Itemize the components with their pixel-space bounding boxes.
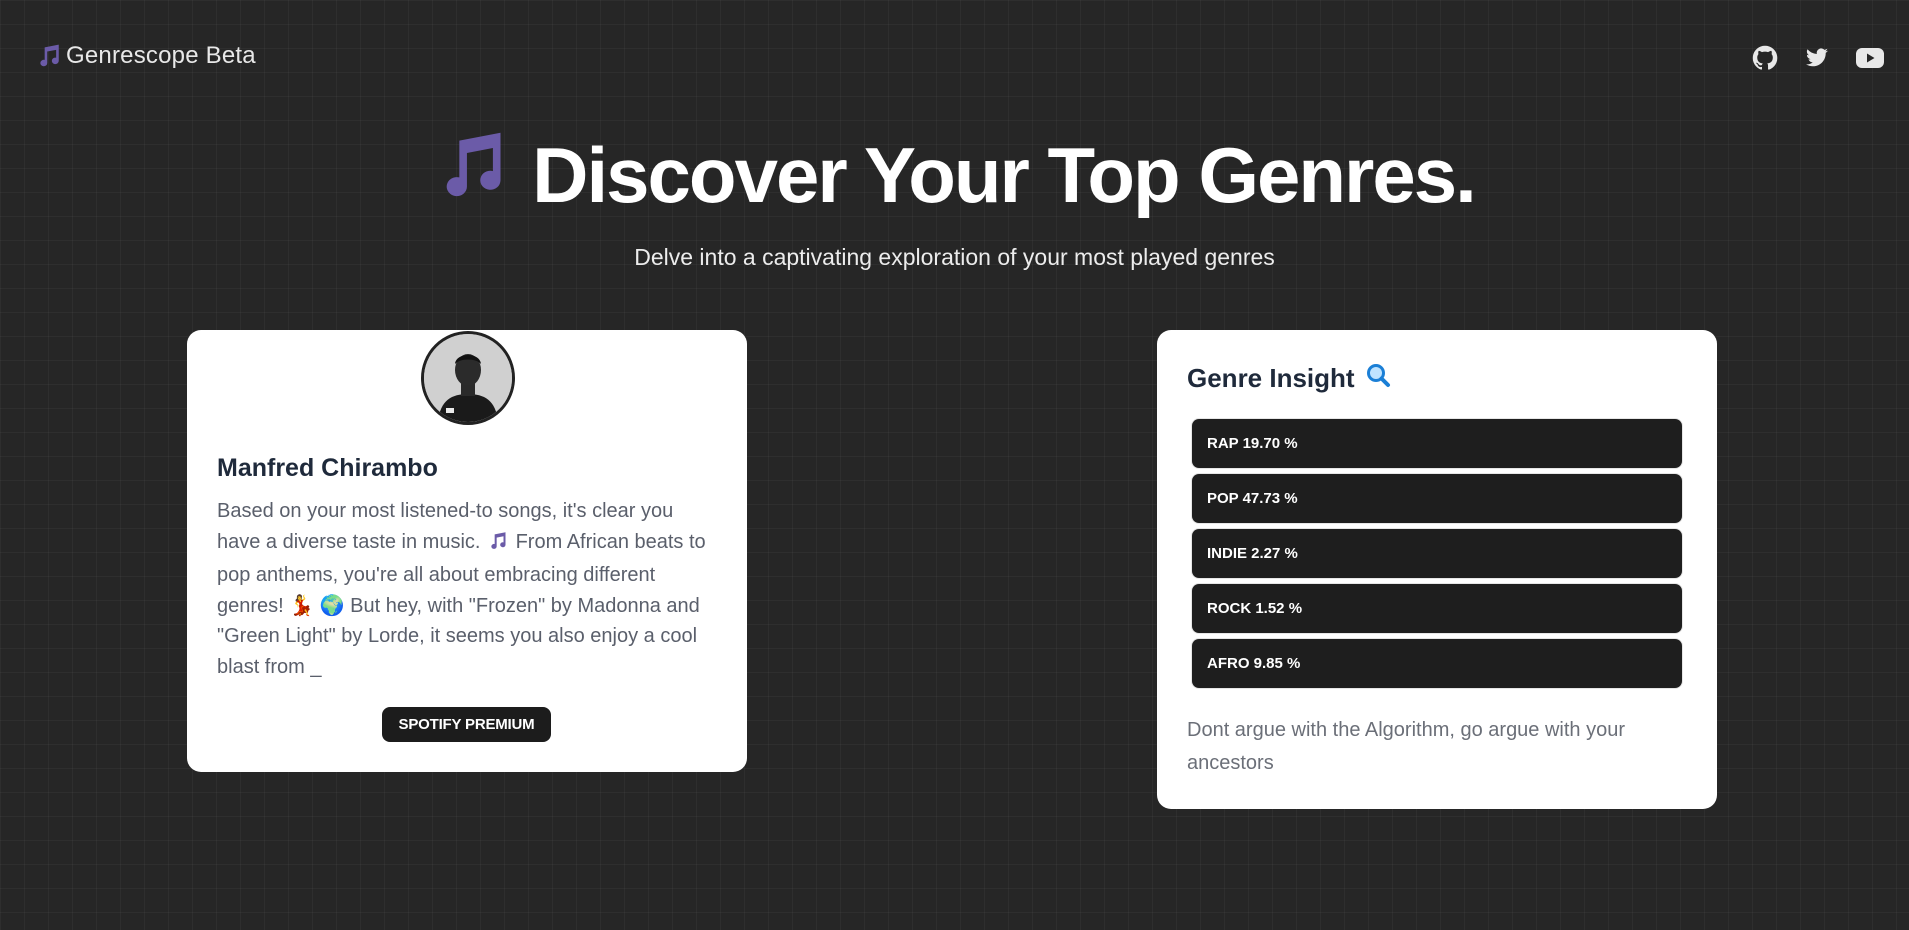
genre-item-rock: ROCK 1.52 % [1192,584,1682,633]
genre-item-rap: RAP 19.70 % [1192,419,1682,468]
profile-card: Manfred Chirambo Based on your most list… [187,330,747,772]
youtube-icon[interactable] [1855,46,1885,70]
genre-item-indie: INDIE 2.27 % [1192,529,1682,578]
music-note-icon [488,530,508,561]
github-icon[interactable] [1751,44,1779,72]
hero-subtitle: Delve into a captivating exploration of … [634,244,1275,270]
music-note-icon [36,43,62,69]
music-note-icon [434,128,510,222]
profile-summary: Based on your most listened-to songs, it… [217,496,722,682]
social-links [1751,44,1885,72]
genre-list: RAP 19.70 % POP 47.73 % INDIE 2.27 % ROC… [1192,419,1682,694]
magnifier-icon [1365,362,1391,395]
brand[interactable]: Genrescope Beta [36,42,256,70]
genre-item-pop: POP 47.73 % [1192,474,1682,523]
genre-insight-card: Genre Insight RAP 19.70 % POP 47.73 % IN… [1157,330,1717,809]
genre-item-afro: AFRO 9.85 % [1192,639,1682,688]
insight-footer: Dont argue with the Algorithm, go argue … [1187,719,1626,774]
hero: Discover Your Top Genres. [0,128,1909,222]
avatar [421,331,515,425]
profile-name: Manfred Chirambo [217,454,438,482]
typing-cursor: _ [310,655,322,678]
insight-title: Genre Insight [1187,362,1391,395]
hero-title: Discover Your Top Genres. [434,128,1477,222]
insight-title-text: Genre Insight [1187,363,1355,393]
twitter-icon[interactable] [1805,46,1829,70]
top-bar: Genrescope Beta [0,0,1909,116]
plan-badge: SPOTIFY PREMIUM [382,707,551,742]
hero-title-text: Discover Your Top Genres. [532,131,1477,219]
brand-name: Genrescope Beta [66,42,256,69]
